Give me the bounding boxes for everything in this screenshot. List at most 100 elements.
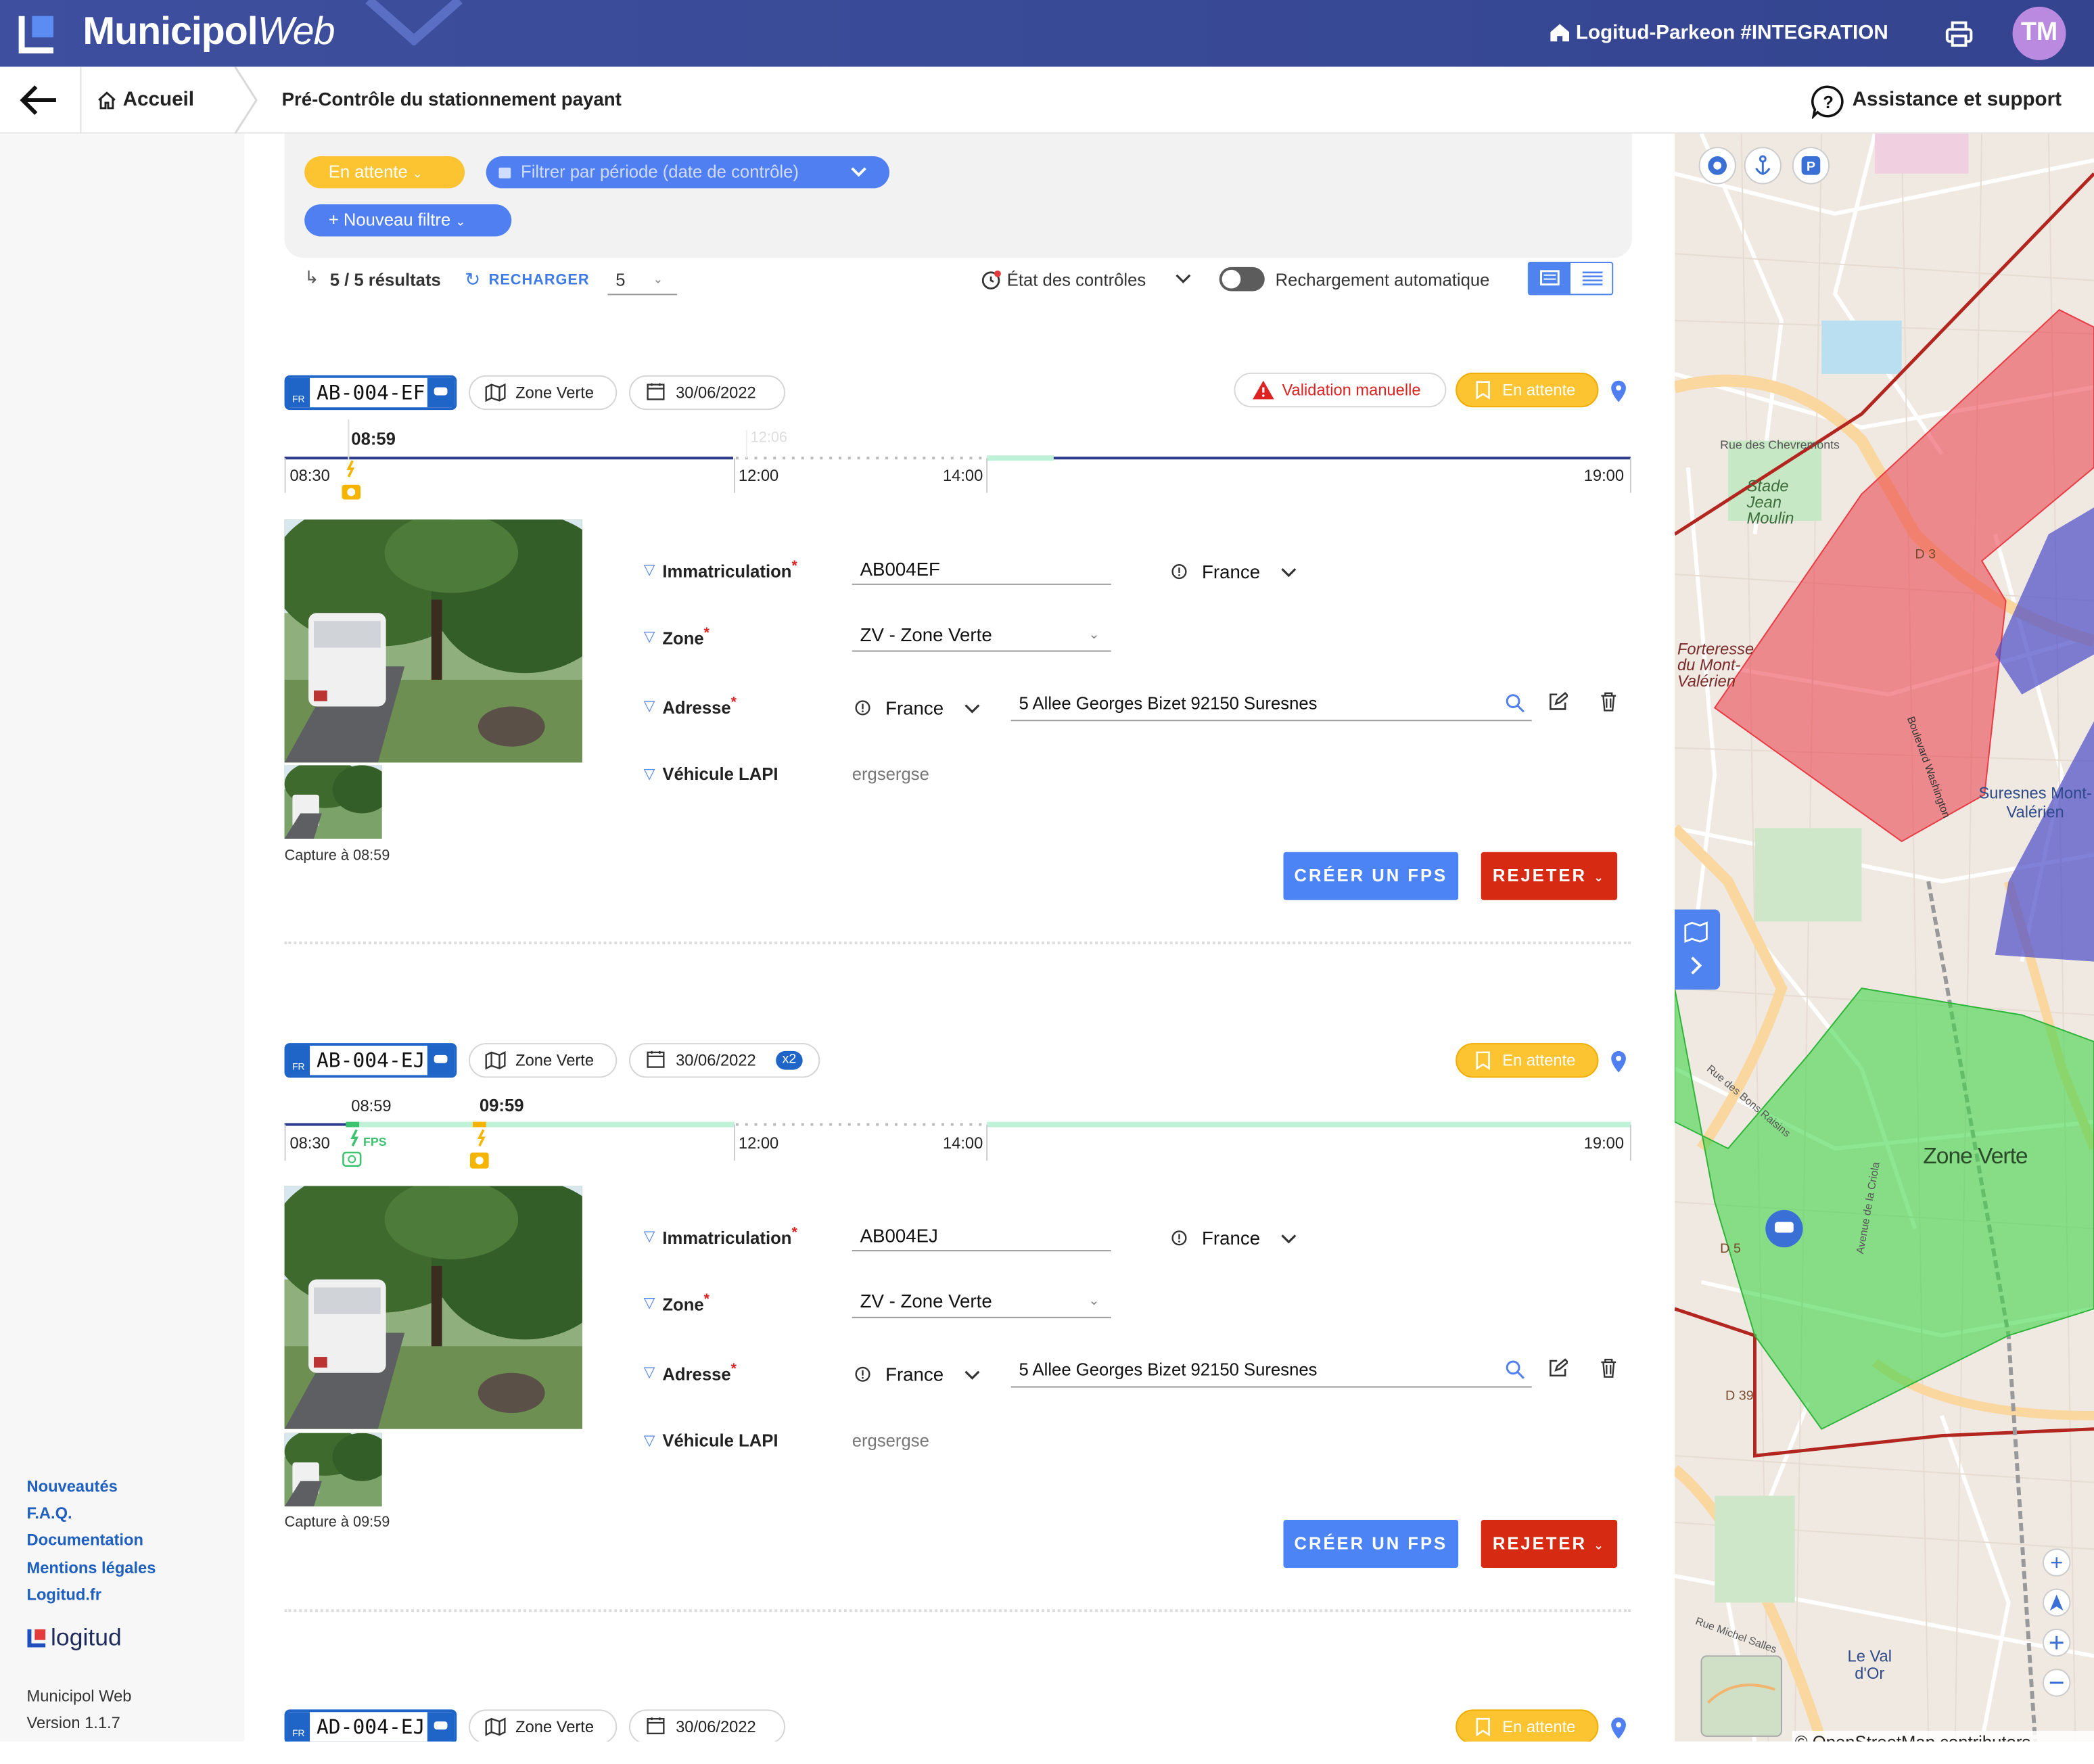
address-field-label: Adresse* — [662, 694, 737, 718]
zone-select-underline — [852, 650, 1111, 652]
sidebar-link-legal[interactable]: Mentions légales — [26, 1558, 156, 1577]
lapi-value: ergsergse — [852, 1430, 929, 1451]
ghost-time: 12:06 — [750, 430, 788, 446]
plate-country-select[interactable]: France — [1202, 1228, 1260, 1249]
map-parking-button[interactable]: P — [1792, 147, 1830, 185]
card-view-button[interactable] — [1529, 262, 1571, 294]
trash-icon[interactable] — [1600, 1358, 1617, 1378]
page-size-select[interactable]: 5 — [615, 270, 625, 290]
plate-number: AD-004-EJ — [316, 1715, 425, 1739]
capture-thumbnail[interactable] — [284, 1433, 382, 1507]
page-title: Pré-Contrôle du stationnement payant — [281, 88, 622, 110]
lapi-field-label: Véhicule LAPI — [662, 1430, 778, 1451]
chevron-down-icon — [850, 166, 868, 179]
zone-field-label: Zone* — [662, 625, 710, 649]
sidebar-link-documentation[interactable]: Documentation — [26, 1531, 143, 1550]
reject-button[interactable]: REJETER ⌄ — [1481, 1519, 1618, 1569]
card-separator — [284, 1609, 1631, 1612]
plate-input-underline — [852, 1250, 1111, 1252]
sidebar-link-faq[interactable]: F.A.Q. — [26, 1504, 72, 1523]
view-toggle — [1527, 262, 1614, 296]
location-pin-icon[interactable] — [1609, 1716, 1628, 1740]
map-panel[interactable]: Zone Verte Stade Jean Moulin Forteresse … — [1675, 133, 2094, 1742]
results-arrow-icon: ↳ — [304, 266, 319, 287]
capture-caption: Capture à 08:59 — [284, 848, 390, 864]
map-collapse-tab[interactable] — [1675, 909, 1721, 990]
info-circle-icon — [1171, 563, 1188, 580]
address-country-select[interactable]: France — [885, 1364, 944, 1385]
list-view-button[interactable] — [1572, 263, 1613, 294]
reject-button[interactable]: REJETER ⌄ — [1481, 852, 1618, 900]
auto-reload-toggle[interactable] — [1219, 266, 1265, 292]
zone-field-label: Zone* — [662, 1291, 710, 1315]
map-locate-button[interactable] — [1698, 147, 1736, 185]
filter-funnel-icon: ▽ — [643, 1228, 655, 1245]
back-arrow-icon[interactable] — [19, 83, 59, 117]
info-circle-icon — [1171, 1230, 1188, 1247]
plate-input[interactable]: AB004EF — [860, 558, 940, 580]
sidebar-link-logitud[interactable]: Logitud.fr — [26, 1585, 101, 1604]
new-filter-pill[interactable]: + Nouveau filtre ⌄ — [304, 204, 512, 237]
trash-icon[interactable] — [1600, 692, 1617, 712]
map-road-ref: D 5 — [1720, 1242, 1741, 1257]
timeline-start: 08:30 — [289, 466, 330, 485]
map-canvas[interactable] — [1675, 133, 2094, 1742]
map-anchor-button[interactable] — [1744, 147, 1782, 185]
help-icon[interactable]: ? — [1811, 84, 1845, 119]
capture-time: 09:59 — [479, 1095, 524, 1115]
address-input[interactable]: 5 Allee Georges Bizet 92150 Suresnes — [1019, 1360, 1318, 1380]
print-icon[interactable] — [1945, 19, 1974, 48]
filter-funnel-icon: ▽ — [643, 766, 655, 783]
period-filter-pill[interactable]: Filtrer par période (date de contrôle) — [486, 156, 890, 189]
state-dropdown[interactable]: État des contrôles — [1007, 270, 1146, 290]
address-country-select[interactable]: France — [885, 697, 944, 719]
license-plate: FR AD-004-EJ — [284, 1709, 457, 1742]
chevron-down-icon — [1281, 567, 1297, 578]
timeline-tick: 12:00 — [738, 1134, 779, 1153]
sidebar-link-news[interactable]: Nouveautés — [26, 1477, 117, 1496]
edit-icon[interactable] — [1548, 692, 1568, 712]
reload-button[interactable]: RECHARGER — [489, 273, 590, 289]
app-logo-icon[interactable] — [18, 14, 56, 53]
filter-funnel-icon: ▽ — [643, 628, 655, 645]
create-fps-button[interactable]: CRÉER UN FPS — [1283, 852, 1459, 900]
chevron-down-icon — [964, 1370, 981, 1381]
map-label: Suresnes Mont-Valérien — [1978, 784, 2092, 822]
search-icon[interactable] — [1505, 1360, 1525, 1380]
timeline-tick: 14:00 — [942, 1134, 983, 1153]
location-pin-icon[interactable] — [1609, 1050, 1628, 1074]
filter-panel — [284, 133, 1632, 258]
app-name: Municipol Web — [26, 1686, 132, 1706]
event-time: 08:59 — [351, 1096, 392, 1115]
create-fps-button[interactable]: CRÉER UN FPS — [1283, 1519, 1459, 1569]
plate-country-select[interactable]: France — [1202, 561, 1260, 582]
plate-number: AB-004-EJ — [316, 1048, 425, 1073]
filter-funnel-icon: ▽ — [643, 562, 655, 578]
edit-icon[interactable] — [1548, 1358, 1568, 1378]
capture-time: 08:59 — [351, 428, 396, 449]
capture-caption: Capture à 09:59 — [284, 1514, 390, 1531]
tenant-title: Logitud-Parkeon #INTEGRATION — [1575, 21, 1888, 45]
results-count: 5 / 5 résultats — [329, 269, 441, 290]
capture-photo[interactable] — [284, 1186, 582, 1429]
support-link[interactable]: Assistance et support — [1853, 88, 2062, 111]
status-filter-pill[interactable]: En attente ⌄ — [304, 156, 465, 189]
calendar-icon — [647, 382, 666, 401]
reload-icon[interactable]: ↻ — [465, 269, 480, 292]
home-icon — [1549, 22, 1570, 43]
capture-photo[interactable] — [284, 519, 582, 763]
address-input[interactable]: 5 Allee Georges Bizet 92150 Suresnes — [1019, 693, 1318, 714]
plate-input[interactable]: AB004EJ — [860, 1225, 938, 1247]
zone-select[interactable]: ZV - Zone Verte — [860, 624, 992, 645]
app-brand: MunicipolWeb — [83, 10, 335, 53]
breadcrumb-home[interactable]: Accueil — [123, 88, 194, 111]
search-icon[interactable] — [1505, 693, 1525, 714]
capture-thumbnail[interactable] — [284, 765, 382, 839]
bookmark-icon — [1476, 1717, 1491, 1736]
card-separator — [284, 942, 1631, 944]
eu-country-code: FR — [287, 1046, 310, 1075]
zone-select[interactable]: ZV - Zone Verte — [860, 1290, 992, 1312]
plate-number: AB-004-EF — [316, 380, 425, 405]
location-pin-icon[interactable] — [1609, 379, 1628, 404]
user-avatar[interactable]: TM — [2012, 6, 2066, 60]
